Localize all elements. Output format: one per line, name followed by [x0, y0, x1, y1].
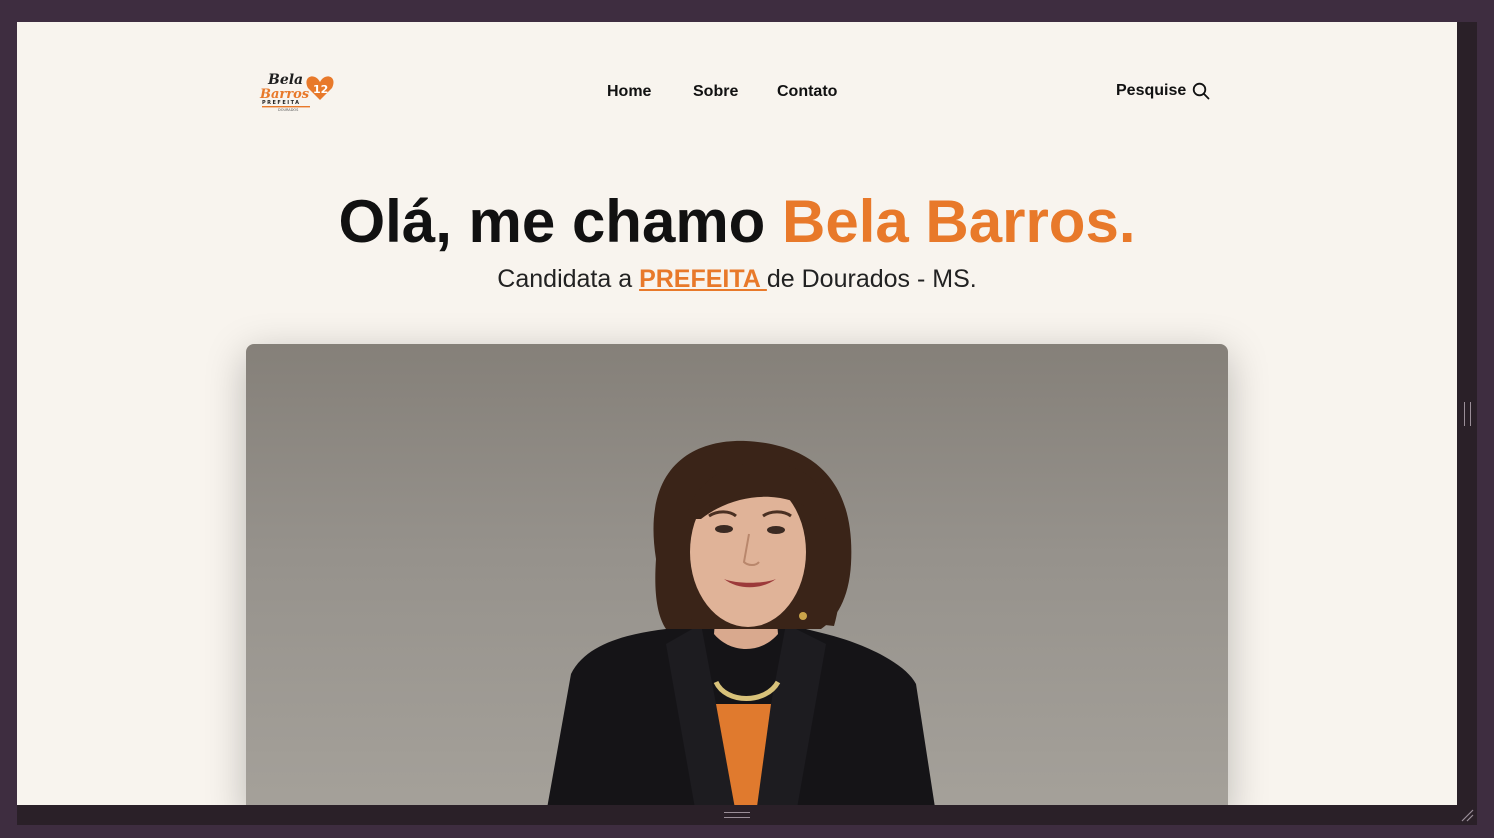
search-button[interactable]: Pesquise: [1116, 82, 1210, 100]
prefeita-link[interactable]: PREFEITA: [639, 265, 767, 293]
resize-grip-icon[interactable]: [1460, 808, 1474, 822]
resize-handle-right[interactable]: [1464, 402, 1471, 426]
hero-title: Olá, me chamo Bela Barros.: [17, 187, 1457, 256]
svg-text:12: 12: [313, 83, 328, 96]
search-label: Pesquise: [1116, 82, 1187, 99]
portrait-illustration: [547, 440, 935, 805]
bela-barros-logo[interactable]: Bela Barros 12 PREFEITA DOURADOS: [258, 70, 338, 112]
hero-title-prefix: Olá, me chamo: [338, 188, 782, 255]
hero-subtitle-prefix: Candidata a: [497, 265, 640, 293]
resize-handle-bottom[interactable]: [724, 812, 750, 818]
portrait-photo: [246, 344, 1228, 805]
hero-subtitle-suffix: de Dourados - MS.: [766, 265, 977, 293]
hero-title-name: Bela Barros.: [782, 188, 1136, 255]
svg-text:Bela: Bela: [267, 72, 303, 88]
nav-home-link[interactable]: Home: [607, 83, 651, 101]
nav-contato-link[interactable]: Contato: [777, 83, 837, 101]
search-icon: [1193, 82, 1210, 100]
svg-text:PREFEITA: PREFEITA: [262, 100, 301, 106]
hero-subtitle: Candidata a PREFEITA de Dourados - MS.: [17, 265, 1457, 294]
browser-viewport: Bela Barros 12 PREFEITA DOURADOS Home So…: [17, 22, 1457, 805]
svg-text:DOURADOS: DOURADOS: [278, 108, 299, 112]
nav-sobre-link[interactable]: Sobre: [693, 83, 738, 101]
